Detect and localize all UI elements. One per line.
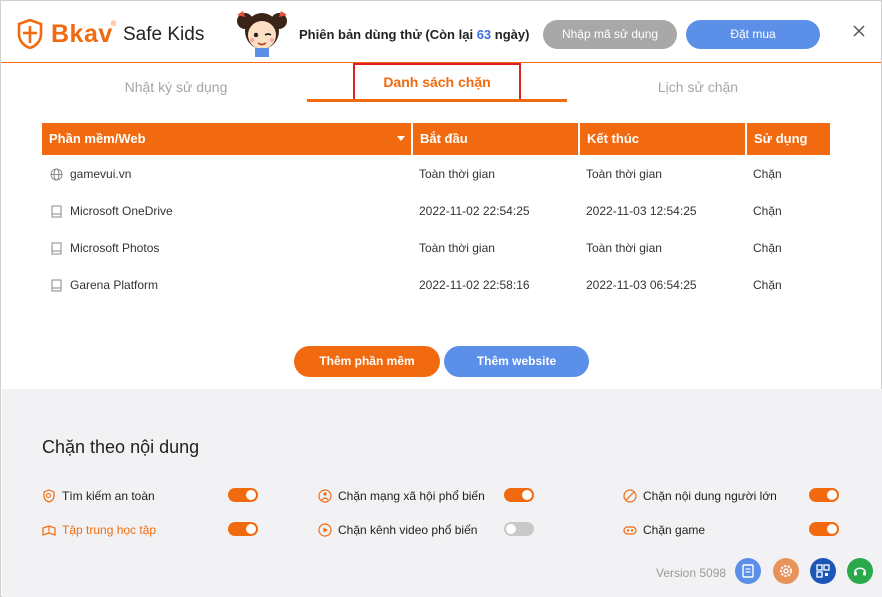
study-icon — [42, 525, 56, 536]
tab-block-history[interactable]: Lịch sử chặn — [613, 73, 783, 101]
adult-content-icon — [623, 489, 637, 503]
row-name: Microsoft OneDrive — [70, 204, 173, 218]
study-focus-toggle[interactable] — [228, 522, 258, 536]
column-header-start[interactable]: Bắt đầu — [413, 123, 578, 155]
row-name: Microsoft Photos — [70, 241, 160, 255]
row-name: Garena Platform — [70, 278, 159, 292]
add-website-button[interactable]: Thêm website — [444, 346, 589, 377]
option-label: Tập trung học tập — [62, 523, 157, 537]
video-channel-icon — [318, 523, 332, 537]
adult-content-toggle[interactable] — [809, 488, 839, 502]
settings-icon — [780, 565, 792, 577]
option-label: Tìm kiếm an toàn — [62, 489, 155, 503]
toggle-knob — [522, 490, 532, 500]
app-icon — [51, 279, 62, 292]
kid-mascot-icon — [237, 11, 287, 57]
row-start: 2022-11-02 22:58:16 — [419, 278, 530, 292]
social-network-toggle[interactable] — [504, 488, 534, 502]
support-headset-icon — [854, 567, 866, 576]
trial-prefix: Phiên bản dùng thử (Còn lại — [299, 27, 477, 42]
row-end: Toàn thời gian — [586, 167, 662, 181]
active-tab-indicator — [307, 99, 567, 102]
row-end: Toàn thời gian — [586, 241, 662, 255]
close-icon[interactable] — [851, 23, 867, 39]
app-icon — [51, 242, 62, 255]
video-channel-toggle[interactable] — [504, 522, 534, 536]
row-use: Chặn — [753, 241, 782, 255]
column-header-label: Phần mềm/Web — [49, 131, 146, 146]
support-button[interactable] — [847, 558, 873, 584]
tab-usage-log[interactable]: Nhật ký sử dụng — [81, 73, 271, 101]
report-button[interactable] — [735, 558, 761, 584]
toggle-knob — [506, 524, 516, 534]
qr-code-icon — [816, 564, 830, 578]
safe-search-icon — [43, 489, 55, 503]
trial-days: 63 — [476, 27, 492, 42]
header-bar: Bkav ® Safe Kids Phiên bản dùng thử (Còn… — [1, 1, 881, 63]
app-window: Bkav ® Safe Kids Phiên bản dùng thử (Còn… — [0, 0, 882, 597]
column-header-app-web[interactable]: Phần mềm/Web — [42, 123, 411, 155]
row-use: Chặn — [753, 278, 782, 292]
safe-search-toggle[interactable] — [228, 488, 258, 502]
row-use: Chặn — [753, 204, 782, 218]
settings-button[interactable] — [773, 558, 799, 584]
qr-code-button[interactable] — [810, 558, 836, 584]
toggle-knob — [246, 490, 256, 500]
row-end: 2022-11-03 06:54:25 — [586, 278, 697, 292]
buy-button[interactable]: Đặt mua — [686, 20, 820, 49]
toggle-knob — [827, 524, 837, 534]
enter-code-button[interactable]: Nhập mã sử dụng — [543, 20, 677, 49]
column-header-end[interactable]: Kết thúc — [580, 123, 745, 155]
sort-down-icon[interactable] — [397, 136, 405, 141]
version-label: Version 5098 — [656, 566, 727, 580]
brand-trademark: ® — [111, 21, 117, 28]
table-header: Phần mềm/Web Bắt đầu Kết thúc Sử dụng — [42, 123, 830, 155]
app-icon — [51, 205, 62, 218]
social-network-icon — [318, 489, 332, 503]
tab-block-list[interactable]: Danh sách chặn — [353, 63, 521, 101]
content-block-title: Chặn theo nội dung — [42, 437, 200, 457]
table-row[interactable]: Garena Platform 2022-11-02 22:58:16 2022… — [42, 267, 830, 304]
add-software-button[interactable]: Thêm phần mềm — [294, 346, 440, 377]
option-label: Chặn mạng xã hội phổ biến — [338, 489, 485, 503]
content-block-panel: Chặn theo nội dung Tìm kiếm an toàn Chặn… — [2, 389, 882, 597]
bkav-shield-logo-icon — [17, 19, 43, 49]
toggle-knob — [827, 490, 837, 500]
option-label: Chặn nội dung người lớn — [643, 489, 777, 503]
row-start: 2022-11-02 22:54:25 — [419, 204, 530, 218]
table-row[interactable]: Microsoft Photos Toàn thời gian Toàn thờ… — [42, 230, 830, 267]
option-label: Chặn game — [643, 523, 706, 537]
brand-name: Bkav — [51, 20, 113, 48]
row-use: Chặn — [753, 167, 782, 181]
row-start: Toàn thời gian — [419, 167, 495, 181]
product-name: Safe Kids — [123, 24, 205, 45]
table-row[interactable]: Microsoft OneDrive 2022-11-02 22:54:25 2… — [42, 193, 830, 230]
trial-suffix: ngày) — [491, 27, 530, 42]
column-header-use[interactable]: Sử dụng — [747, 123, 830, 155]
report-icon — [742, 564, 754, 578]
globe-icon — [50, 168, 63, 181]
game-toggle[interactable] — [809, 522, 839, 536]
table-row[interactable]: gamevui.vn Toàn thời gian Toàn thời gian… — [42, 156, 830, 193]
row-start: Toàn thời gian — [419, 241, 495, 255]
row-name: gamevui.vn — [70, 167, 132, 181]
option-label: Chặn kênh video phổ biến — [338, 523, 478, 537]
game-icon — [623, 526, 637, 535]
row-end: 2022-11-03 12:54:25 — [586, 204, 697, 218]
trial-status: Phiên bản dùng thử (Còn lại 63 ngày) — [299, 27, 529, 43]
toggle-knob — [246, 524, 256, 534]
